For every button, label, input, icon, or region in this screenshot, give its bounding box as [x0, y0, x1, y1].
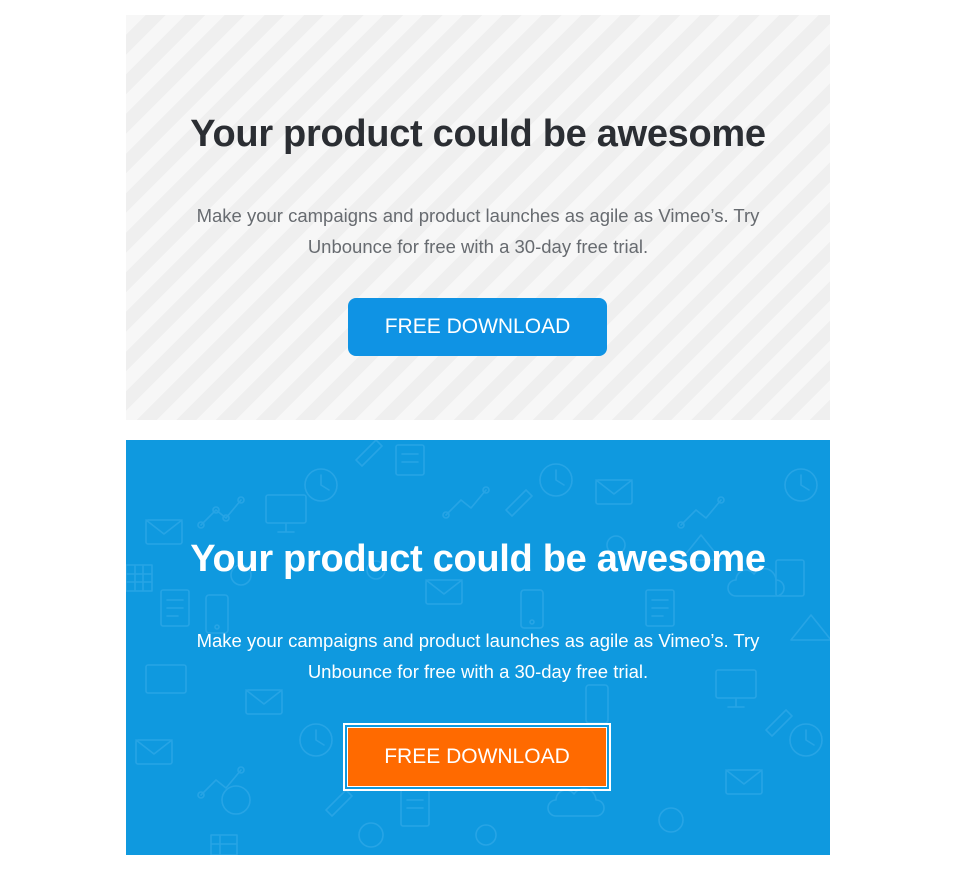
envelope-icon [135, 739, 173, 765]
envelope-icon [725, 769, 763, 795]
clock-icon [299, 723, 333, 757]
cta-panel-light: Your product could be awesome Make your … [126, 15, 830, 420]
cloud-icon [547, 787, 605, 817]
light-heading: Your product could be awesome [190, 113, 766, 155]
envelope-icon [245, 689, 283, 715]
clock-icon [539, 463, 573, 497]
blue-heading: Your product could be awesome [190, 538, 766, 580]
document-icon [645, 589, 675, 627]
document-icon [400, 789, 430, 827]
free-download-button-orange[interactable]: FREE DOWNLOAD [343, 723, 611, 791]
clock-icon [784, 468, 818, 502]
free-download-button-orange-label: FREE DOWNLOAD [347, 727, 607, 787]
free-download-button-blue[interactable]: FREE DOWNLOAD [348, 298, 607, 356]
document-icon [395, 444, 425, 476]
clock-icon [304, 468, 338, 502]
line-chart-icon [197, 496, 245, 529]
envelope-icon [425, 579, 463, 605]
pencil-icon [355, 440, 383, 467]
phone-icon [585, 684, 609, 724]
cta-panel-blue: Your product could be awesome Make your … [126, 440, 830, 855]
envelope-icon [595, 479, 633, 505]
pencil-icon [765, 709, 793, 737]
line-chart-icon [197, 766, 245, 799]
blue-description: Make your campaigns and product launches… [196, 630, 760, 682]
clock-icon [221, 785, 251, 815]
monitor-icon [265, 494, 307, 533]
triangle-icon [790, 614, 830, 641]
clock-icon [789, 723, 823, 757]
chip-icon [210, 834, 238, 855]
line-chart-icon [677, 496, 725, 529]
pencil-icon [505, 489, 533, 517]
pencil-icon [325, 789, 353, 817]
document-icon [160, 589, 190, 627]
light-description: Make your campaigns and product launches… [196, 205, 760, 257]
line-chart-icon [442, 486, 490, 519]
phone-icon [520, 589, 544, 629]
